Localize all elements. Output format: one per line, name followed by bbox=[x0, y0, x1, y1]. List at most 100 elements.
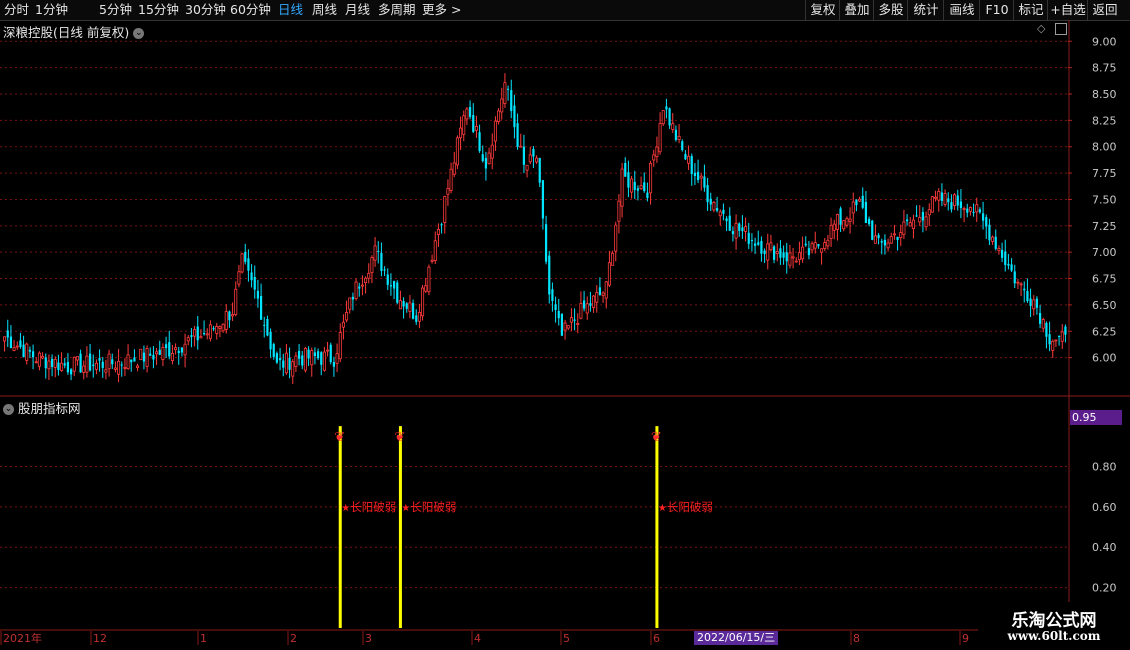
candle-body bbox=[566, 325, 570, 329]
y-tick-label: 8.25 bbox=[1092, 114, 1117, 127]
candle-body bbox=[1057, 335, 1061, 337]
candle-body bbox=[15, 345, 19, 348]
x-tick-label: 2021年 bbox=[3, 631, 42, 645]
candle-body bbox=[956, 195, 959, 206]
indicator-title: 股朋指标网 bbox=[17, 401, 81, 416]
candle-body bbox=[332, 361, 336, 367]
candle-body bbox=[835, 213, 839, 230]
candle-body bbox=[915, 215, 918, 217]
add-favorite-button[interactable]: +自选 bbox=[1047, 0, 1088, 20]
candle-body bbox=[845, 218, 849, 226]
candle-body bbox=[646, 192, 649, 198]
candle-body bbox=[962, 208, 966, 211]
chevron-down-icon[interactable]: ⌄ bbox=[3, 404, 14, 415]
candle-body bbox=[240, 253, 244, 273]
window-toggle-icon[interactable] bbox=[1055, 23, 1067, 35]
period-5min[interactable]: 5分钟 bbox=[99, 0, 132, 20]
candle-body bbox=[706, 185, 709, 203]
candle-body bbox=[671, 123, 675, 130]
candle-body bbox=[455, 137, 459, 166]
y-tick-label: 8.50 bbox=[1092, 88, 1117, 101]
candle-body bbox=[513, 105, 516, 128]
period-60min[interactable]: 60分钟 bbox=[230, 0, 271, 20]
candle-body bbox=[139, 348, 143, 361]
candle-body bbox=[1048, 334, 1051, 345]
y-tick-label: 7.25 bbox=[1092, 220, 1117, 233]
candle-body bbox=[284, 352, 288, 374]
candle-body bbox=[1026, 290, 1029, 302]
restore-right-button[interactable]: 复权 bbox=[805, 0, 840, 20]
multi-stock-button[interactable]: 多股 bbox=[873, 0, 908, 20]
candle-body bbox=[607, 262, 611, 286]
overlay-button[interactable]: 叠加 bbox=[839, 0, 874, 20]
candle-body bbox=[462, 115, 466, 135]
candle-body bbox=[937, 190, 941, 201]
main-panel-title: 深粮控股(日线 前复权) ⌄ bbox=[3, 22, 145, 41]
chevron-down-icon[interactable]: ⌄ bbox=[133, 28, 145, 39]
candle-body bbox=[164, 344, 168, 349]
draw-line-button[interactable]: 画线 bbox=[943, 0, 980, 20]
candle-body bbox=[576, 323, 580, 325]
candle-body bbox=[113, 367, 117, 370]
candle-body bbox=[202, 333, 206, 335]
candle-body bbox=[693, 172, 697, 177]
candle-body bbox=[541, 180, 545, 219]
candle-body bbox=[544, 224, 548, 262]
period-15min[interactable]: 15分钟 bbox=[138, 0, 179, 20]
candle-body bbox=[1019, 283, 1023, 286]
candle-body bbox=[303, 347, 307, 371]
diamond-icon[interactable]: ◇ bbox=[1037, 22, 1045, 35]
candle-body bbox=[269, 331, 272, 350]
candle-body bbox=[120, 364, 123, 366]
x-tick-label: 9 bbox=[962, 632, 969, 645]
candle-body bbox=[563, 322, 567, 331]
candle-body bbox=[624, 162, 627, 177]
candle-body bbox=[158, 349, 161, 355]
candle-body bbox=[741, 227, 744, 232]
candle-body bbox=[839, 208, 842, 225]
candle-body bbox=[855, 199, 858, 206]
candle-body bbox=[107, 353, 111, 370]
candle-body bbox=[75, 356, 79, 361]
candle-body bbox=[402, 300, 405, 307]
candle-body bbox=[985, 217, 988, 227]
candle-body bbox=[250, 272, 253, 281]
candle-body bbox=[231, 314, 235, 317]
candle-body bbox=[832, 223, 836, 231]
period-multi[interactable]: 多周期 bbox=[378, 0, 416, 20]
candle-body bbox=[699, 175, 703, 179]
back-button[interactable]: 返回 bbox=[1087, 0, 1122, 20]
candle-body bbox=[592, 295, 596, 308]
f10-button[interactable]: F10 bbox=[979, 0, 1014, 20]
period-30min[interactable]: 30分钟 bbox=[185, 0, 226, 20]
candle-body bbox=[313, 352, 317, 356]
candle-body bbox=[551, 289, 554, 302]
candle-body bbox=[275, 353, 279, 363]
period-monthly[interactable]: 月线 bbox=[345, 0, 370, 20]
statistics-button[interactable]: 统计 bbox=[907, 0, 944, 20]
candle-body bbox=[712, 201, 716, 211]
x-tick-label: 6 bbox=[653, 632, 660, 645]
candle-body bbox=[196, 326, 199, 341]
period-weekly[interactable]: 周线 bbox=[312, 0, 337, 20]
candle-body bbox=[968, 207, 972, 212]
candle-body bbox=[902, 221, 906, 235]
candle-body bbox=[722, 209, 725, 214]
candle-body bbox=[237, 271, 241, 285]
period-1min[interactable]: 1分钟 bbox=[35, 0, 68, 20]
candle-body bbox=[430, 259, 434, 262]
period-more[interactable]: 更多 > bbox=[422, 0, 461, 20]
candle-body bbox=[927, 209, 931, 216]
candle-body bbox=[367, 272, 371, 279]
period-fenshi[interactable]: 分时 bbox=[4, 0, 29, 20]
butterfly-icon: ❦ bbox=[651, 430, 662, 445]
mark-button[interactable]: 标记 bbox=[1013, 0, 1048, 20]
candle-body bbox=[503, 82, 507, 104]
candle-body bbox=[538, 157, 541, 183]
signal-label: 长阳破弱 bbox=[667, 500, 713, 514]
period-daily[interactable]: 日线 bbox=[278, 0, 303, 20]
candle-body bbox=[1004, 251, 1007, 265]
candle-body bbox=[136, 365, 140, 369]
candle-body bbox=[433, 240, 437, 261]
candle-body bbox=[149, 353, 152, 356]
